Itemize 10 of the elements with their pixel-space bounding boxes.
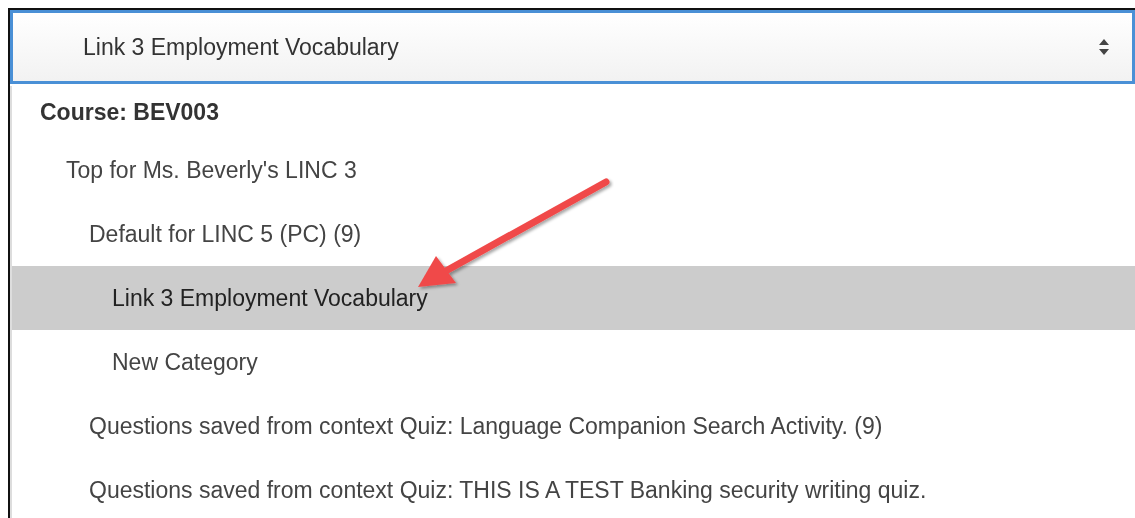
group-label: Course: BEV003	[39, 97, 220, 127]
sort-arrows-icon	[1098, 38, 1110, 56]
category-select[interactable]: Link 3 Employment Vocabulary	[10, 10, 1135, 84]
select-value: Link 3 Employment Vocabulary	[83, 33, 399, 61]
dropdown-option[interactable]: Questions saved from context Quiz: THIS IS A TEST Banking security writing quiz.	[12, 458, 1135, 518]
dropdown-option[interactable]: Top for Ms. Beverly's LINC 3	[12, 138, 1135, 202]
dropdown-option[interactable]: New Category	[12, 330, 1135, 394]
dropdown-option[interactable]: Default for LINC 5 (PC) (9)	[12, 202, 1135, 266]
dropdown-option[interactable]: Link 3 Employment Vocabulary	[12, 266, 1135, 330]
dropdown-option[interactable]: Questions saved from context Quiz: Language Companion Search Activity. (9)	[12, 394, 1135, 458]
